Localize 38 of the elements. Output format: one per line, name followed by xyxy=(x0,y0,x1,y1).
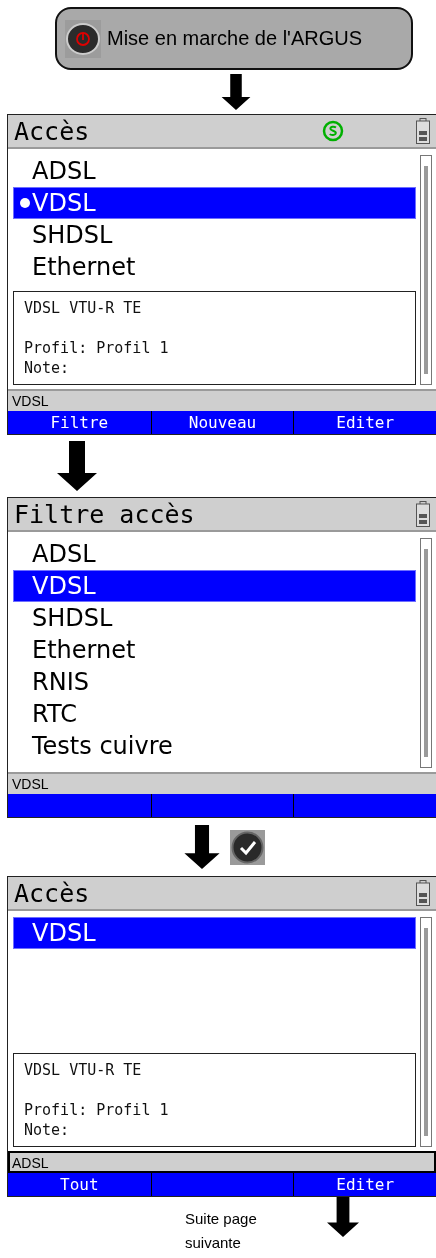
check-button-icon xyxy=(230,829,265,865)
battery-icon xyxy=(416,501,430,527)
status-text: VDSL xyxy=(12,776,49,792)
callout-text: Mise en marche de l'ARGUS xyxy=(107,27,363,50)
list-item[interactable]: VDSL xyxy=(13,570,416,602)
scrollbar[interactable] xyxy=(420,538,432,768)
list-item[interactable]: VDSL xyxy=(13,917,416,949)
scrollbar[interactable] xyxy=(420,917,432,1147)
screen-title: Accès xyxy=(14,116,91,146)
list-item[interactable]: SHDSL xyxy=(13,602,416,634)
list-item[interactable]: RNIS xyxy=(13,666,416,698)
list-item[interactable]: RTC xyxy=(13,698,416,730)
info-text: VDSL VTU-R TE xyxy=(24,298,143,318)
status-text: VDSL xyxy=(12,393,49,409)
list-item[interactable]: SHDSL xyxy=(13,219,416,251)
screen-title: Accès xyxy=(14,878,91,908)
list-item[interactable]: Tests cuivre xyxy=(13,730,416,762)
down-arrow-icon xyxy=(184,825,220,869)
list-item[interactable]: VDSL xyxy=(13,187,416,219)
battery-icon xyxy=(416,880,430,906)
power-button-icon xyxy=(65,19,101,58)
list-item[interactable]: Ethernet xyxy=(13,634,416,666)
info-text: Note: xyxy=(24,358,71,378)
scrollbar[interactable] xyxy=(420,155,432,385)
s-circle-icon xyxy=(322,120,344,142)
battery-icon xyxy=(416,118,430,144)
list-item[interactable]: Ethernet xyxy=(13,251,416,283)
info-text: Profil: Profil 1 xyxy=(24,1100,170,1120)
info-text: Profil: Profil 1 xyxy=(24,338,170,358)
info-text: VDSL VTU-R TE xyxy=(24,1060,143,1080)
status-text: ADSL xyxy=(12,1155,49,1171)
down-arrow-icon xyxy=(57,440,97,492)
footer-text: Suite page suivante xyxy=(185,1209,258,1253)
screen-title: Filtre accès xyxy=(14,499,196,529)
list-item[interactable]: ADSL xyxy=(13,155,416,187)
list-item[interactable]: ADSL xyxy=(13,538,416,570)
info-text: Note: xyxy=(24,1120,71,1140)
bullet-icon xyxy=(20,198,30,208)
